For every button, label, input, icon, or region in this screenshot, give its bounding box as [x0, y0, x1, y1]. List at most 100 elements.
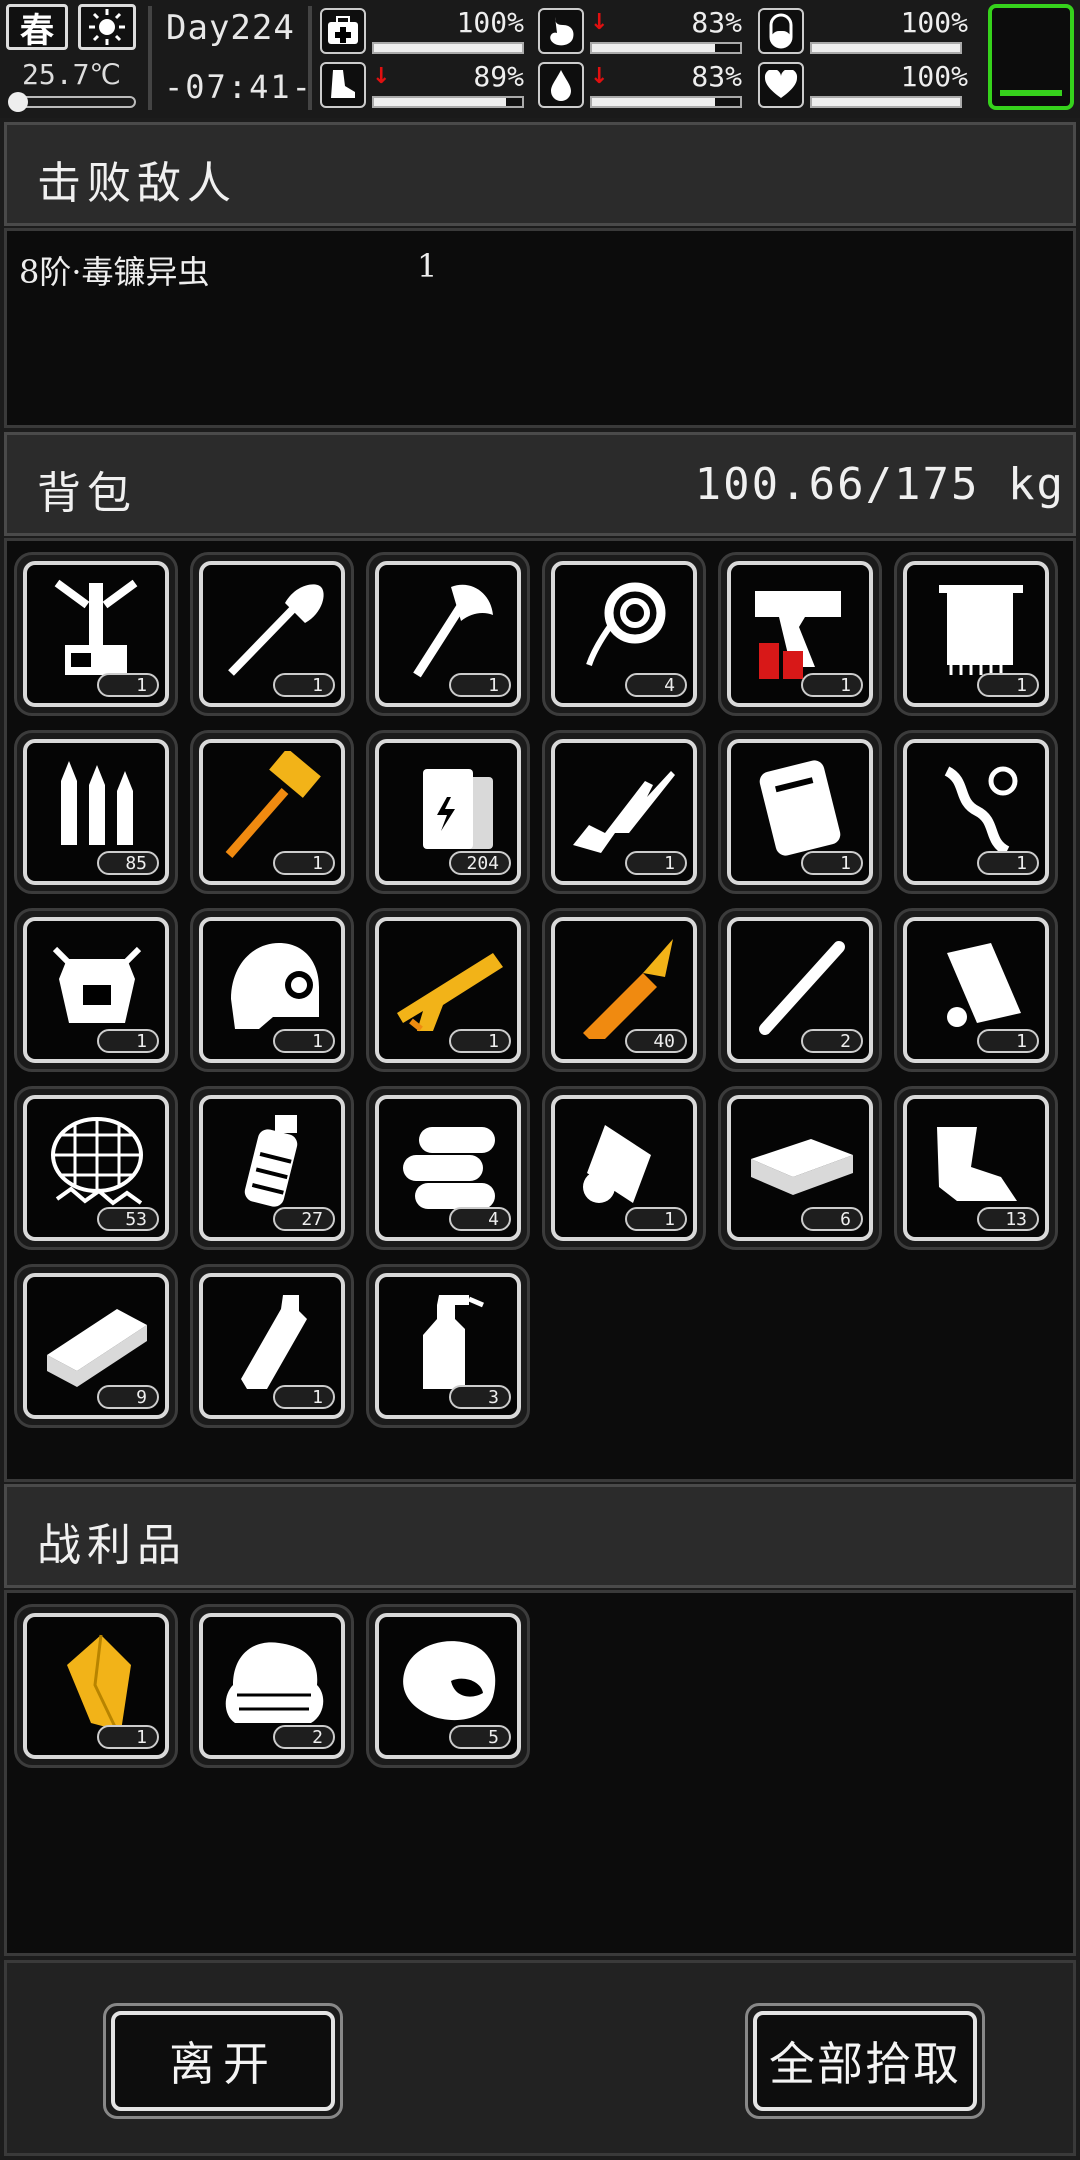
item-slot-logs[interactable]: 4 [366, 1086, 530, 1250]
item-frame: 85 [23, 739, 169, 885]
item-count-badge: 1 [625, 1207, 687, 1231]
item-slot-net[interactable]: 53 [14, 1086, 178, 1250]
item-count-badge: 3 [449, 1385, 511, 1409]
item-frame: 1 [199, 561, 345, 707]
item-count-badge: 4 [625, 673, 687, 697]
item-slot-golden-shotgun[interactable]: 1 [366, 908, 530, 1072]
heart-icon [758, 62, 804, 108]
item-frame: 4 [375, 1095, 521, 1241]
item-slot-grenade[interactable]: 27 [190, 1086, 354, 1250]
item-slot-bullets[interactable]: 85 [14, 730, 178, 894]
item-count-badge: 2 [273, 1725, 335, 1749]
take-all-button-label: 全部拾取 [753, 2011, 977, 2111]
item-frame: 1 [903, 917, 1049, 1063]
battery-status-box[interactable] [988, 4, 1074, 110]
item-frame: 6 [727, 1095, 873, 1241]
item-count-badge: 1 [97, 1725, 159, 1749]
stomach-icon [538, 8, 584, 54]
item-slot-bottle[interactable]: 1 [190, 1264, 354, 1428]
item-count-badge: 1 [97, 673, 159, 697]
item-frame: 1 [375, 561, 521, 707]
day-counter: Day224 [166, 8, 295, 48]
item-frame: 1 [727, 561, 873, 707]
item-count-badge: 1 [801, 851, 863, 875]
item-slot-rope[interactable]: 4 [542, 552, 706, 716]
item-count-badge: 40 [625, 1029, 687, 1053]
leave-button[interactable]: 离开 [103, 2003, 343, 2119]
game-clock: -07:41- [164, 68, 313, 106]
item-count-badge: 1 [273, 673, 335, 697]
item-frame: 3 [375, 1273, 521, 1419]
item-slot-rifle[interactable]: 1 [542, 730, 706, 894]
item-slot-bone-scrap[interactable]: 13 [894, 1086, 1058, 1250]
item-slot-tentacle-parts[interactable]: 1 [894, 730, 1058, 894]
item-slot-armor-plate[interactable]: 1 [718, 730, 882, 894]
temperature-bar [8, 92, 136, 112]
stat-percent: 100% [456, 6, 524, 39]
stat-bar [810, 42, 962, 54]
stat-percent: 89% [473, 60, 524, 93]
item-slot-axe[interactable]: 1 [366, 552, 530, 716]
stat-bar [810, 96, 962, 108]
season-label: 春 [6, 4, 68, 51]
stat-bar [590, 96, 742, 108]
backpack-weight: 100.66/175 kg [694, 459, 1065, 510]
item-count-badge: 2 [801, 1029, 863, 1053]
item-count-badge: 27 [273, 1207, 335, 1231]
item-count-badge: 4 [449, 1207, 511, 1231]
item-frame: 1 [903, 739, 1049, 885]
item-frame: 27 [199, 1095, 345, 1241]
item-count-badge: 1 [977, 851, 1039, 875]
item-count-badge: 1 [449, 673, 511, 697]
enemy-name: 8阶·毒镰异虫 [19, 253, 210, 291]
pill-icon [758, 8, 804, 54]
item-frame: 1 [23, 561, 169, 707]
stat-bar [372, 42, 524, 54]
item-frame: 5 [375, 1613, 521, 1759]
item-slot-money-brick[interactable]: 6 [718, 1086, 882, 1250]
item-slot-golden-hammer[interactable]: 1 [190, 730, 354, 894]
item-slot-stick[interactable]: 2 [718, 908, 882, 1072]
stat-bar [590, 42, 742, 54]
item-frame: 1 [23, 1613, 169, 1759]
item-slot-gold-crystal[interactable]: 1 [14, 1604, 178, 1768]
item-count-badge: 1 [273, 851, 335, 875]
item-slot-flare-gun[interactable]: 1 [718, 552, 882, 716]
backpack-grid: 1 1 1 4 1 1 85 1 204 1 1 1 1 1 1 40 2 1 53 27 4 1 6 13 9 1 3 [14, 552, 1058, 1428]
item-slot-rocket-ammo[interactable]: 40 [542, 908, 706, 1072]
item-slot-paper-scroll[interactable]: 1 [894, 908, 1058, 1072]
item-frame: 2 [199, 1613, 345, 1759]
take-all-button[interactable]: 全部拾取 [745, 2003, 985, 2119]
item-count-badge: 1 [273, 1385, 335, 1409]
item-count-badge: 9 [97, 1385, 159, 1409]
item-slot-mech-armor[interactable]: 1 [14, 908, 178, 1072]
loot-grid: 1 2 5 [14, 1604, 1058, 1768]
item-frame: 204 [375, 739, 521, 885]
item-slot-weapon-rack[interactable]: 1 [14, 552, 178, 716]
stat-percent: 83% [691, 60, 742, 93]
item-slot-metal-ingot[interactable]: 9 [14, 1264, 178, 1428]
foot-icon [320, 62, 366, 108]
item-slot-helmet[interactable]: 1 [190, 908, 354, 1072]
stat-medicine: 100% [758, 6, 974, 56]
item-count-badge: 1 [977, 1029, 1039, 1053]
item-slot-battery[interactable]: 204 [366, 730, 530, 894]
item-frame: 2 [727, 917, 873, 1063]
backpack-header: 背包 100.66/175 kg [4, 432, 1076, 536]
item-slot-folded-cloth[interactable]: 2 [190, 1604, 354, 1768]
action-bar: 离开 全部拾取 [4, 1960, 1076, 2156]
item-slot-shovel[interactable]: 1 [190, 552, 354, 716]
item-slot-cloth-roll[interactable]: 1 [542, 1086, 706, 1250]
item-slot-raw-meat[interactable]: 5 [366, 1604, 530, 1768]
defeated-panel: 8阶·毒镰异虫 1 [4, 228, 1076, 428]
defeated-title: 击败敌人 [37, 158, 237, 209]
stat-percent: 100% [900, 60, 968, 93]
item-count-badge: 13 [977, 1207, 1039, 1231]
item-frame: 1 [551, 739, 697, 885]
item-slot-towel[interactable]: 1 [894, 552, 1058, 716]
item-frame: 1 [727, 739, 873, 885]
item-slot-spray-bottle[interactable]: 3 [366, 1264, 530, 1428]
item-count-badge: 1 [977, 673, 1039, 697]
item-count-badge: 1 [801, 673, 863, 697]
loot-title: 战利品 [37, 1520, 187, 1571]
